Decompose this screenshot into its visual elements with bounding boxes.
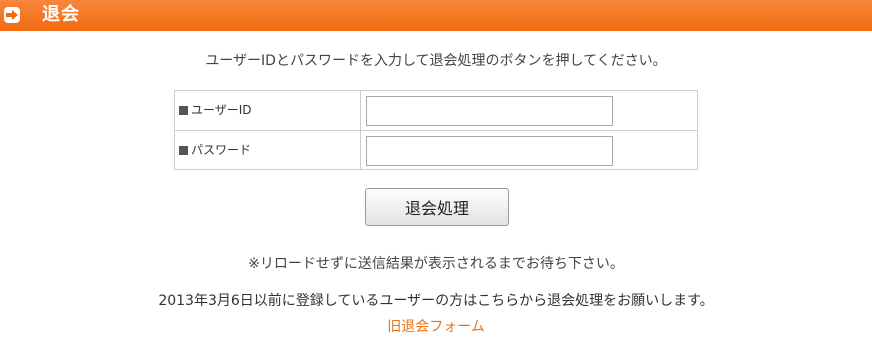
- instruction-text: ユーザーIDとパスワードを入力して退会処理のボタンを押してください。: [205, 53, 667, 69]
- page-title: 退会: [42, 4, 80, 25]
- password-row: パスワード: [175, 131, 697, 170]
- square-bullet-icon: [179, 106, 188, 115]
- page-header: 退会: [0, 0, 872, 32]
- userid-row: ユーザーID: [175, 91, 697, 131]
- wait-note: ※リロードせずに送信結果が表示されるまでお待ち下さい。: [248, 256, 624, 272]
- arrow-right-icon: [4, 7, 20, 23]
- userid-label-text: ユーザーID: [191, 103, 252, 117]
- square-bullet-icon: [179, 146, 188, 155]
- password-label-text: パスワード: [191, 143, 252, 157]
- login-form-table: ユーザーID パスワード: [174, 90, 698, 170]
- withdraw-submit-button[interactable]: 退会処理: [365, 188, 509, 226]
- old-withdraw-form-link[interactable]: 旧退会フォーム: [387, 319, 485, 335]
- password-label: パスワード: [175, 131, 361, 170]
- old-form-text: 2013年3月6日以前に登録しているユーザーの方はこちらから退会処理をお願いしま…: [158, 293, 714, 309]
- userid-label: ユーザーID: [175, 91, 361, 130]
- old-form-link-wrap: 旧退会フォーム: [0, 318, 872, 336]
- userid-input[interactable]: [366, 96, 613, 126]
- password-input[interactable]: [366, 136, 613, 166]
